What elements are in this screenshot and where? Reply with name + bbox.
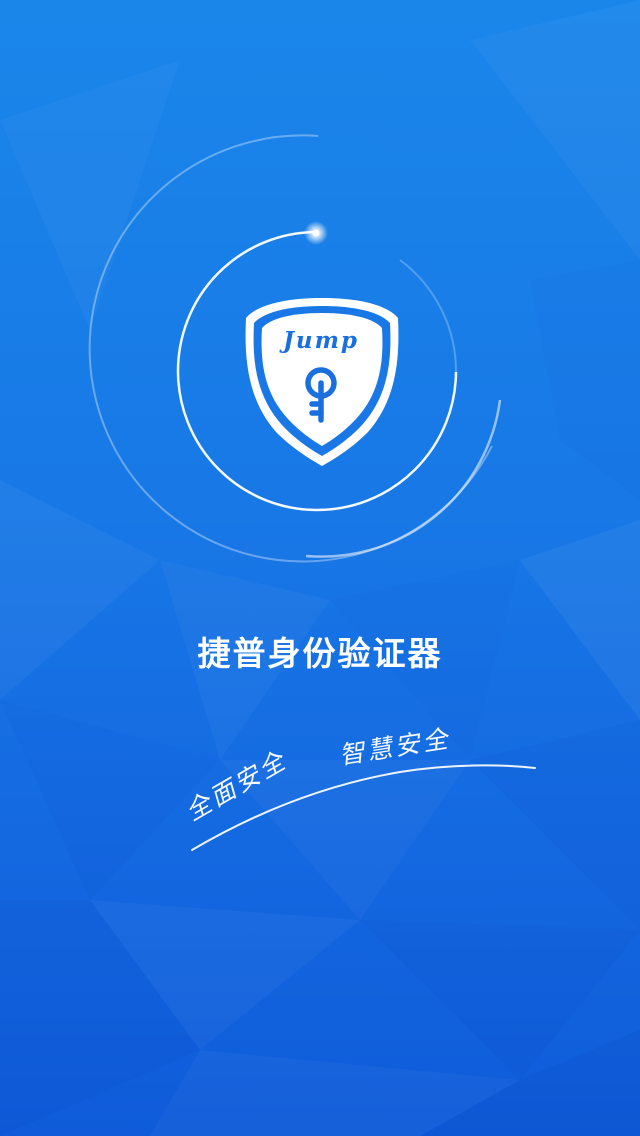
splash-screen: { "app": { "title": "捷普身份验证器" }, "logo":…: [0, 0, 640, 1136]
slogan-swoosh: [191, 764, 536, 851]
app-title: 捷普身份验证器: [197, 634, 443, 673]
logo-wordmark: Jump: [279, 327, 359, 354]
logo: Jump: [88, 134, 502, 563]
